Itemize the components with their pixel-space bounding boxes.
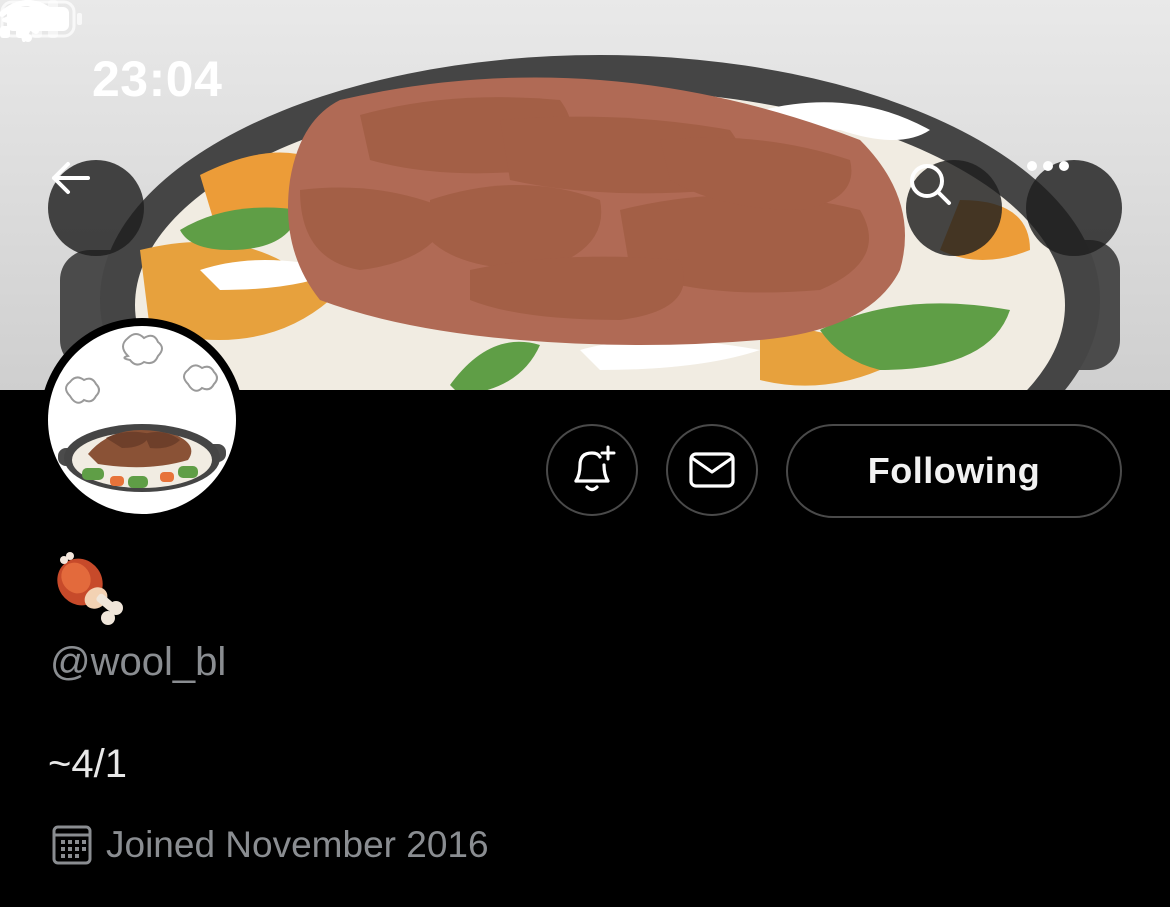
following-button[interactable]: Following <box>786 424 1122 518</box>
back-arrow-icon <box>52 162 90 194</box>
message-button[interactable] <box>666 424 758 516</box>
bell-plus-icon <box>574 445 616 492</box>
battery-icon <box>0 0 82 38</box>
calendar-icon <box>52 825 92 865</box>
profile-handle: @wool_bl <box>50 640 227 684</box>
status-time: 23:04 <box>92 51 223 107</box>
status-bar: 23:04 <box>0 0 1170 150</box>
more-options-button[interactable] <box>1026 160 1122 256</box>
profile-avatar[interactable] <box>40 318 244 522</box>
back-button[interactable] <box>48 160 144 256</box>
envelope-icon <box>689 452 735 488</box>
more-dots-icon <box>1027 161 1069 171</box>
search-button[interactable] <box>906 160 1002 256</box>
notifications-button[interactable] <box>546 424 638 516</box>
joined-date: Joined November 2016 <box>106 824 489 865</box>
joined-info: Joined November 2016 <box>52 824 489 866</box>
avatar-image <box>48 326 236 514</box>
display-name-meat-emoji <box>57 552 123 625</box>
profile-bio: ~4/1 <box>48 742 127 786</box>
search-icon <box>910 164 951 205</box>
